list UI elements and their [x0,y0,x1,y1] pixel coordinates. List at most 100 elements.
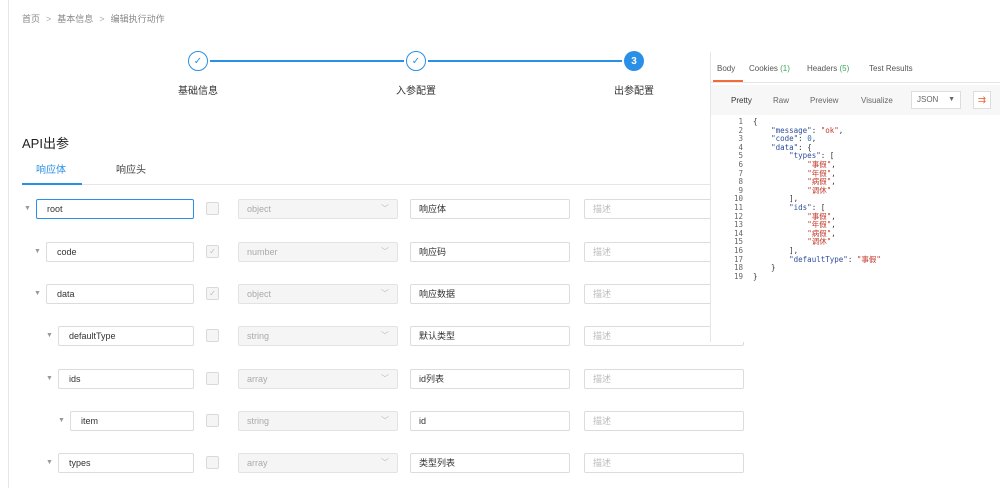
param-name-input[interactable]: data [46,284,194,304]
line-number: 5 [738,151,743,161]
json-code-block: 1{2 "message": "ok", 3 "code": 0, 4 "data"… [711,117,1000,282]
collapse-caret-icon[interactable]: ▼ [24,205,31,212]
param-name-input[interactable]: root [36,199,194,219]
caret-down-icon: ▼ [948,96,955,103]
type-select[interactable]: array ﹀ [238,369,398,389]
panel-active-tab-underline [713,80,743,82]
panel-tab-cookies[interactable]: Cookies (1) [749,64,790,73]
remark-input[interactable]: 描述 [584,411,744,431]
required-checkbox[interactable]: ✓ [206,245,219,258]
section-title: API出参 [22,136,69,151]
param-name-input[interactable]: code [46,242,194,262]
collapse-caret-icon[interactable]: ▼ [46,332,53,339]
type-select[interactable]: string ﹀ [238,411,398,431]
breadcrumb: 首页 > 基本信息 > 编辑执行动作 [22,12,165,25]
breadcrumb-separator: > [99,13,105,24]
line-number: 2 [738,125,743,135]
collapse-caret-icon[interactable]: ▼ [46,459,53,466]
param-row-item: ▼ item string ﹀ id 描述 [0,411,760,433]
line-number: 16 [733,245,743,255]
preview-button[interactable]: Preview [810,96,838,105]
desc-input[interactable]: 响应数据 [410,284,570,304]
desc-input[interactable]: 响应体 [410,199,570,219]
line-number: 10 [733,194,743,204]
wrap-lines-icon[interactable]: ⇉ [973,91,991,109]
panel-tab-body[interactable]: Body [717,64,735,73]
step-1-label: 基础信息 [178,86,218,97]
type-select[interactable]: object ﹀ [238,199,398,219]
type-select[interactable]: object ﹀ [238,284,398,304]
param-row-ids: ▼ ids array ﹀ id列表 描述 [0,369,760,391]
breadcrumb-separator: > [46,13,52,24]
required-checkbox[interactable] [206,202,219,215]
line-number: 11 [733,202,743,212]
line-number: 8 [738,177,743,187]
chevron-down-icon: ﹀ [381,247,389,256]
tab-response-body[interactable]: 响应体 [36,163,66,185]
param-name-input[interactable]: defaultType [58,326,194,346]
collapse-caret-icon[interactable]: ▼ [46,375,53,382]
collapse-caret-icon[interactable]: ▼ [58,417,65,424]
step-2-label: 入参配置 [396,86,436,97]
code-text: } [753,271,758,281]
line-number: 17 [733,254,743,264]
breadcrumb-current: 编辑执行动作 [110,14,165,24]
param-row-data: ▼ data ✓ object ﹀ 响应数据 描述 [0,284,760,306]
param-row-root: ▼ root object ﹀ 响应体 描述 [0,199,760,221]
panel-toolbar: Pretty Raw Preview Visualize JSON ▼ ⇉ [711,85,1000,115]
panel-tab-headers[interactable]: Headers (5) [807,64,849,73]
type-select-value: string [247,331,270,341]
visualize-button[interactable]: Visualize [861,96,893,105]
headers-count: (5) [839,64,850,73]
step-line-2 [428,60,622,62]
param-row-defaulttype: ▼ defaultType string ﹀ 默认类型 描述 [0,326,760,348]
chevron-down-icon: ﹀ [381,204,389,213]
line-number: 4 [738,142,743,152]
desc-input[interactable]: 响应码 [410,242,570,262]
remark-input[interactable]: 描述 [584,453,744,473]
collapse-caret-icon[interactable]: ▼ [34,290,41,297]
line-number: 15 [733,237,743,247]
desc-input[interactable]: id [410,411,570,431]
desc-input[interactable]: id列表 [410,369,570,389]
type-select-value: array [247,374,268,384]
step-line-1 [210,60,404,62]
breadcrumb-basic-info[interactable]: 基本信息 [57,12,93,25]
chevron-down-icon: ﹀ [381,374,389,383]
type-select[interactable]: array ﹀ [238,453,398,473]
desc-input[interactable]: 类型列表 [410,453,570,473]
step-1-check-icon: ✓ [188,51,208,71]
line-number: 1 [738,117,743,126]
chevron-down-icon: ﹀ [381,331,389,340]
required-checkbox[interactable] [206,329,219,342]
line-number: 3 [738,134,743,144]
response-panel: Body Cookies (1) Headers (5) Test Result… [710,52,1000,342]
param-name-input[interactable]: item [70,411,194,431]
remark-input[interactable]: 描述 [584,369,744,389]
type-select[interactable]: number ﹀ [238,242,398,262]
line-number: 18 [733,263,743,273]
required-checkbox[interactable] [206,372,219,385]
param-name-input[interactable]: ids [58,369,194,389]
desc-input[interactable]: 默认类型 [410,326,570,346]
param-row-types: ▼ types array ﹀ 类型列表 描述 [0,453,760,475]
step-3-number: 3 [624,51,644,71]
breadcrumb-home[interactable]: 首页 [22,12,40,25]
cookies-label: Cookies [749,64,778,73]
panel-tab-test-results[interactable]: Test Results [869,64,913,73]
tab-response-header[interactable]: 响应头 [116,163,146,185]
code-line: 19} [711,271,1000,282]
raw-button[interactable]: Raw [773,96,789,105]
headers-label: Headers [807,64,838,73]
required-checkbox[interactable]: ✓ [206,287,219,300]
required-checkbox[interactable] [206,414,219,427]
line-number: 12 [733,211,743,221]
param-name-input[interactable]: types [58,453,194,473]
pretty-button[interactable]: Pretty [731,96,752,105]
required-checkbox[interactable] [206,456,219,469]
format-select[interactable]: JSON ▼ [911,91,961,109]
type-select[interactable]: string ﹀ [238,326,398,346]
collapse-caret-icon[interactable]: ▼ [34,248,41,255]
param-row-code: ▼ code ✓ number ﹀ 响应码 描述 [0,242,760,264]
line-number: 19 [733,271,743,281]
